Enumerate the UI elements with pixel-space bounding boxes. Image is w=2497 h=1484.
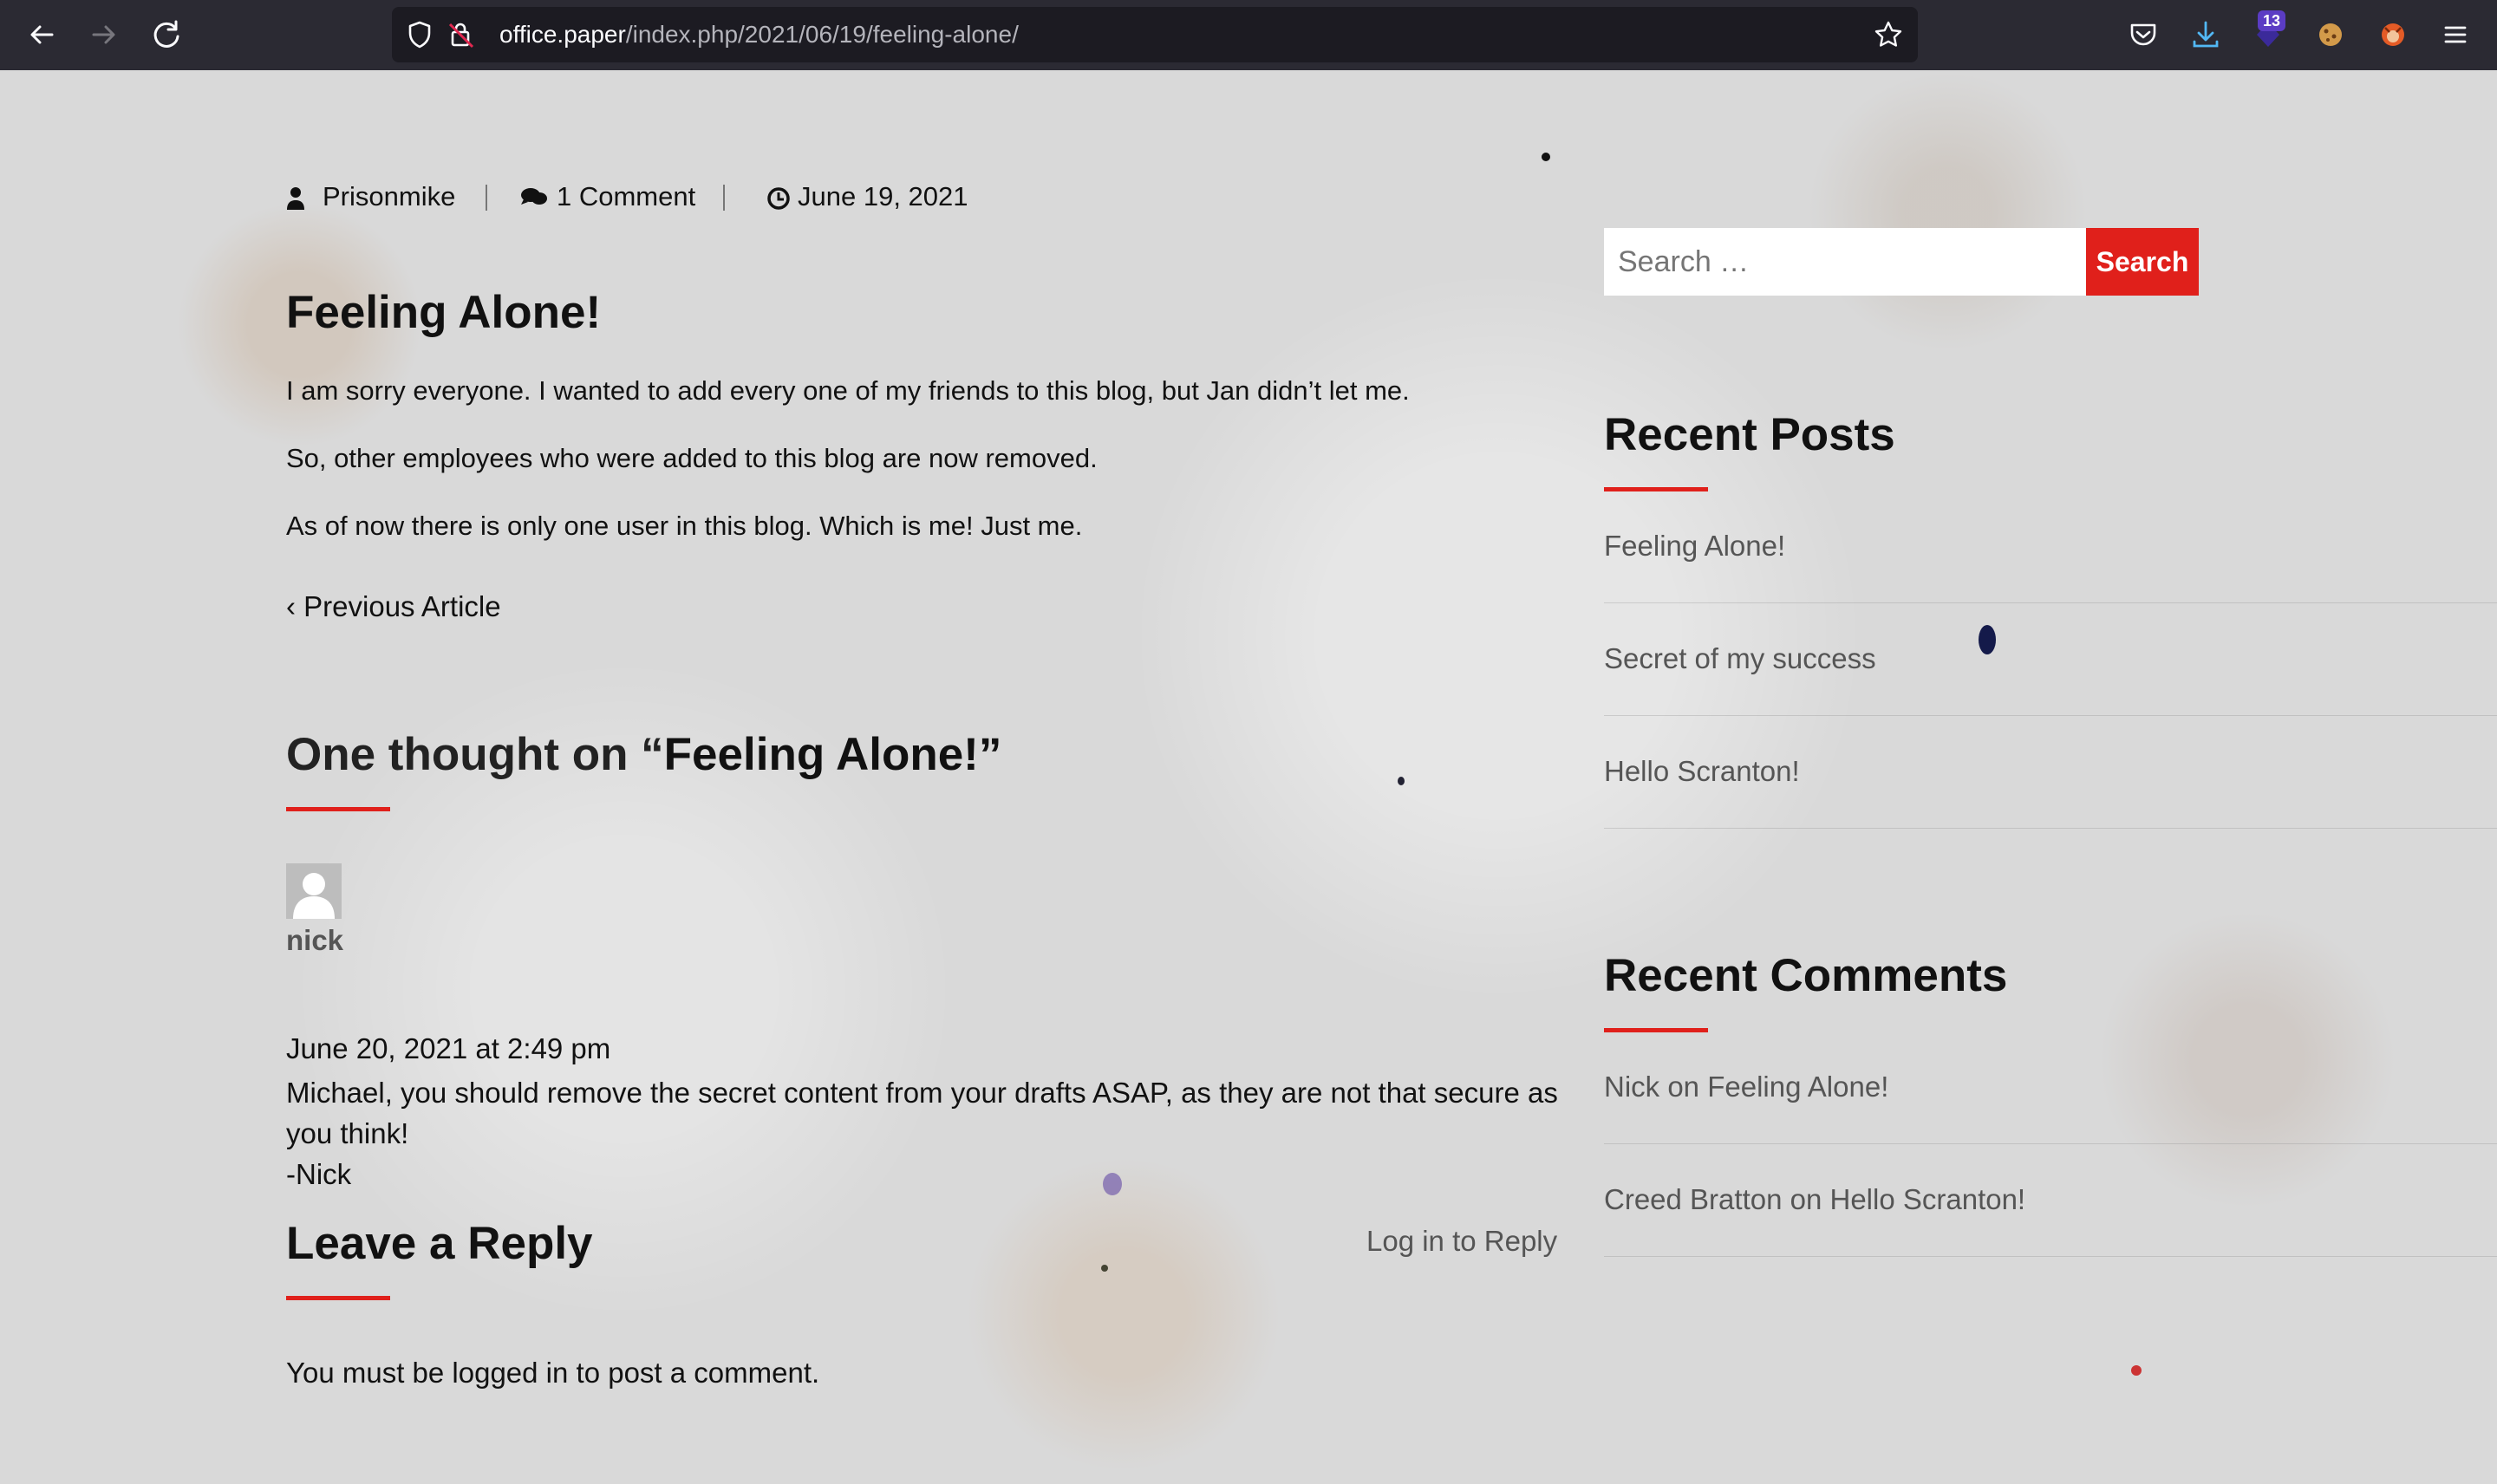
heading-underline (286, 807, 390, 811)
back-button[interactable] (23, 16, 61, 54)
insecure-lock-icon[interactable] (446, 19, 477, 50)
default-avatar-icon (293, 873, 335, 919)
forward-button[interactable] (85, 16, 123, 54)
recent-posts-heading: Recent Posts (1604, 409, 1895, 460)
browser-toolbar: office.paper/index.php/2021/06/19/feelin… (0, 0, 2497, 70)
recent-post-link[interactable]: Feeling Alone! (1604, 528, 1785, 564)
paint-speck (1101, 1265, 1108, 1272)
comment-date[interactable]: June 20, 2021 at 2:49 pm (286, 1031, 610, 1067)
recent-comment-link[interactable]: Creed Bratton on Hello Scranton! (1604, 1181, 2025, 1218)
post-author-name: Prisonmike (323, 181, 456, 212)
fox-extension-icon[interactable] (2376, 17, 2410, 52)
paint-speck (1542, 153, 1550, 161)
divider (1604, 602, 2497, 603)
post-date-text: June 19, 2021 (798, 181, 968, 212)
divider (1604, 1143, 2497, 1144)
clock-icon (767, 187, 790, 210)
url-text[interactable]: office.paper/index.php/2021/06/19/feelin… (499, 7, 1019, 62)
extension-badge: 13 (2258, 10, 2285, 31)
comments-heading-suffix: ” (978, 729, 1002, 780)
paint-speck (1103, 1173, 1122, 1195)
comments-icon (521, 188, 547, 205)
comment-author[interactable]: nick (286, 923, 343, 958)
comments-heading-post: Feeling Alone! (663, 729, 979, 780)
comment-text: -Nick (286, 1158, 352, 1190)
heading-underline (286, 1296, 390, 1300)
page-background: Prisonmike 1 Comment June 19, 2021 Feeli… (0, 70, 2497, 1484)
divider (1604, 1256, 2497, 1257)
comments-heading-prefix: One thought on “ (286, 729, 664, 780)
post-title: Feeling Alone! (286, 287, 602, 338)
recent-comments-heading: Recent Comments (1604, 950, 2008, 1001)
arrow-left-icon (30, 25, 54, 44)
address-bar[interactable]: office.paper/index.php/2021/06/19/feelin… (392, 7, 1918, 62)
reply-heading: Leave a Reply (286, 1218, 593, 1269)
paint-speck (2131, 1365, 2142, 1376)
search-input[interactable] (1604, 228, 2088, 296)
meta-divider (486, 185, 487, 211)
pocket-icon[interactable] (2126, 17, 2161, 52)
paint-speck (1979, 625, 1996, 654)
url-host: office.paper (499, 21, 626, 48)
reload-button[interactable] (147, 16, 186, 54)
url-path: /index.php/2021/06/19/feeling-alone/ (625, 21, 1019, 48)
paint-speck (1398, 777, 1405, 785)
cookie-icon[interactable] (2313, 17, 2348, 52)
heading-underline (1604, 487, 1708, 491)
divider (1604, 828, 2497, 829)
menu-icon[interactable] (2438, 17, 2473, 52)
meta-divider (723, 185, 725, 211)
comments-heading: One thought on “Feeling Alone!” (286, 727, 1001, 783)
arrow-right-icon (92, 25, 115, 44)
login-required-notice: You must be logged in to post a comment. (286, 1357, 820, 1389)
post-paragraph: I am sorry everyone. I wanted to add eve… (286, 375, 1410, 406)
recent-comment-link[interactable]: Nick on Feeling Alone! (1604, 1069, 1888, 1105)
comment-text: Michael, you should remove the secret co… (286, 1077, 1558, 1109)
search-button[interactable]: Search (2086, 228, 2199, 296)
downloads-icon[interactable] (2188, 17, 2223, 52)
shield-icon[interactable] (404, 19, 435, 50)
avatar (286, 863, 342, 919)
user-icon (287, 187, 304, 210)
recent-post-link[interactable]: Hello Scranton! (1604, 753, 1800, 790)
heading-underline (1604, 1028, 1708, 1032)
post-paragraph: So, other employees who were added to th… (286, 443, 1098, 473)
bookmark-star-icon[interactable] (1873, 19, 1904, 50)
divider (1604, 715, 2497, 716)
reload-icon (153, 20, 179, 48)
post-paragraph: As of now there is only one user in this… (286, 511, 1083, 541)
post-comments-count: 1 Comment (557, 181, 696, 212)
recent-post-link[interactable]: Secret of my success (1604, 641, 1876, 677)
previous-article-link[interactable]: ‹ Previous Article (286, 589, 501, 625)
comment-text: you think! (286, 1117, 409, 1149)
login-to-reply-link[interactable]: Log in to Reply (1366, 1223, 1557, 1259)
